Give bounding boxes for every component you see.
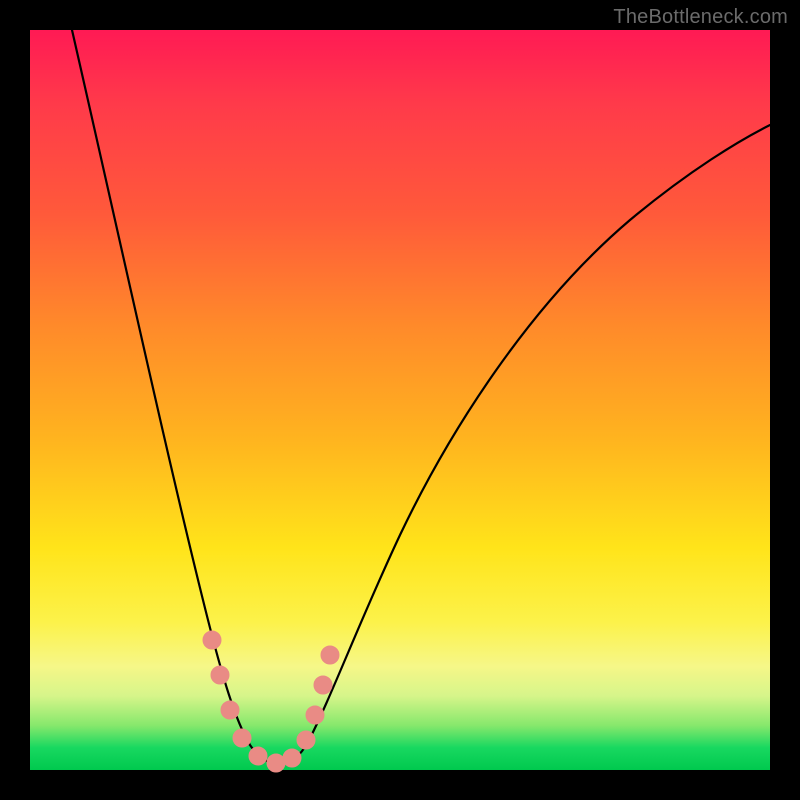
marker-dot — [221, 701, 239, 719]
marker-group — [203, 631, 339, 772]
marker-dot — [306, 706, 324, 724]
marker-dot — [267, 754, 285, 772]
marker-dot — [249, 747, 267, 765]
marker-dot — [314, 676, 332, 694]
chart-stage: TheBottleneck.com — [0, 0, 800, 800]
marker-dot — [233, 729, 251, 747]
watermark-text: TheBottleneck.com — [613, 6, 788, 29]
marker-dot — [297, 731, 315, 749]
marker-dot — [203, 631, 221, 649]
bottleneck-curve — [72, 30, 770, 763]
plot-area — [30, 30, 770, 770]
curve-svg — [30, 30, 770, 770]
marker-dot — [283, 749, 301, 767]
marker-dot — [211, 666, 229, 684]
marker-dot — [321, 646, 339, 664]
